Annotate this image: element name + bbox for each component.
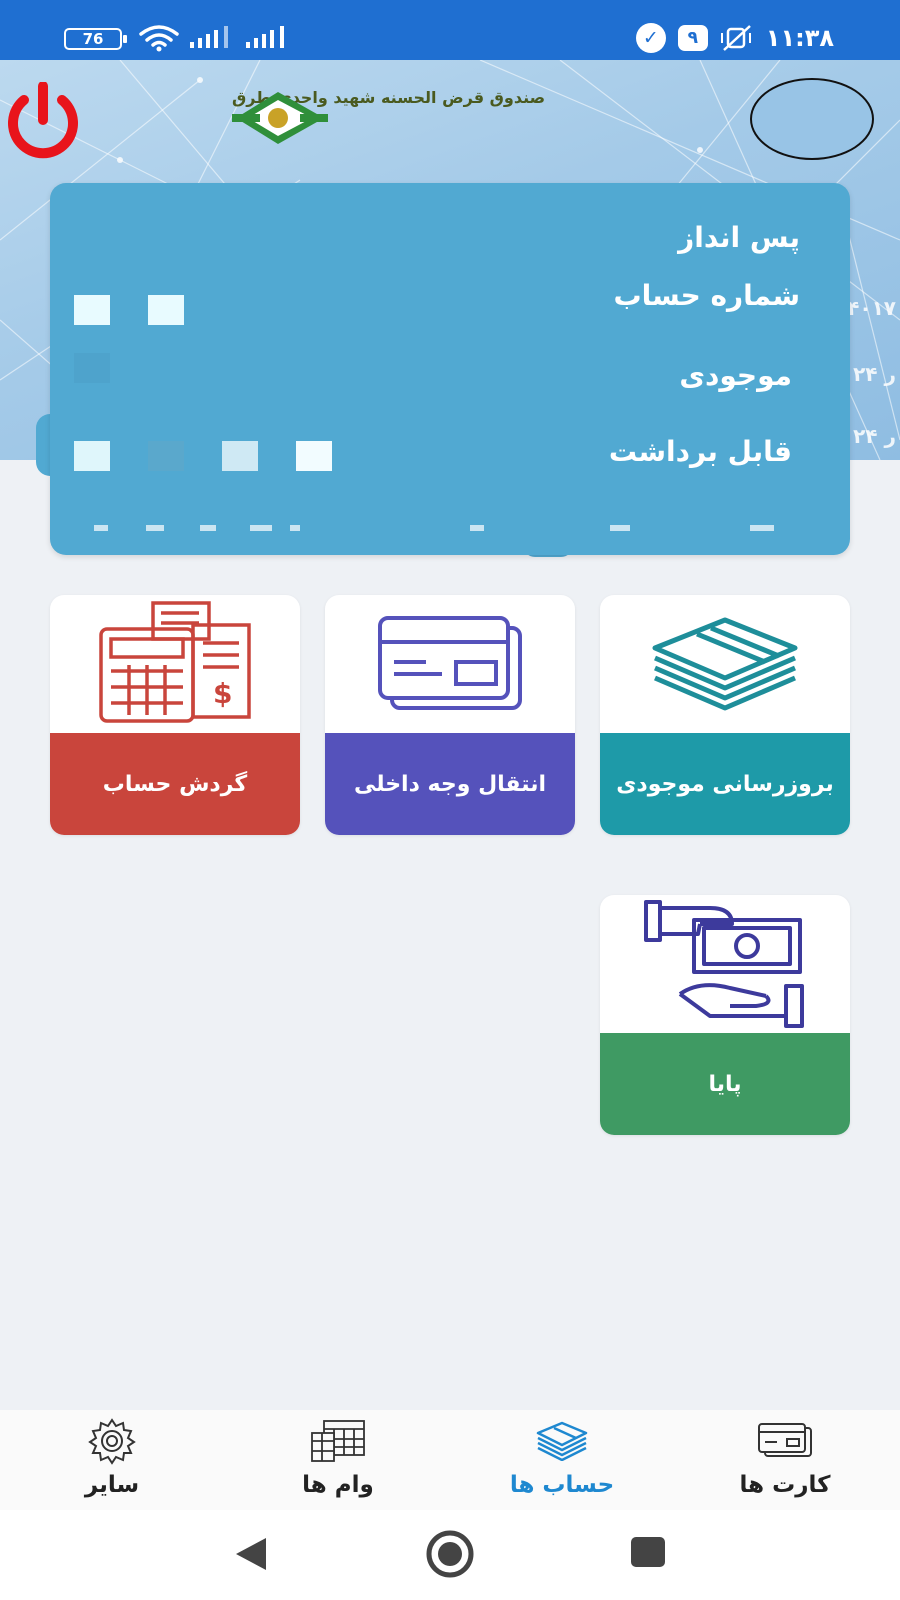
money-stack-icon — [532, 1416, 592, 1466]
balance-masked — [74, 353, 110, 383]
paya-tile[interactable]: پایا — [600, 895, 850, 1135]
cards-icon — [325, 595, 575, 733]
brand-logo-icon — [232, 92, 328, 144]
cards-icon — [755, 1416, 815, 1466]
clock: ۱۱:۳۸ — [765, 24, 834, 52]
home-icon[interactable] — [424, 1528, 476, 1580]
refresh-balance-tile[interactable]: بروزرسانی موجودی — [600, 595, 850, 835]
battery-icon: 76 — [64, 28, 127, 50]
brand-header: صندوق قرض الحسنه شهید واحدی طرق — [232, 88, 545, 144]
nav-label-loans: وام ها — [302, 1472, 374, 1498]
internal-transfer-tile[interactable]: انتقال وجه داخلی — [325, 595, 575, 835]
hand-money-icon — [600, 895, 850, 1033]
account-card[interactable]: پس انداز شماره حساب موجودی قابل برداشت — [50, 183, 850, 555]
nav-item-accounts[interactable]: حساب ها — [482, 1410, 642, 1510]
svg-text:$: $ — [213, 677, 232, 710]
balance-label: موجودی — [679, 359, 792, 392]
refresh-balance-label: بروزرسانی موجودی — [600, 733, 850, 835]
withdrawable-masked — [296, 441, 332, 471]
nav-label-cards: کارت ها — [739, 1472, 831, 1498]
notification-badge: ۹ — [677, 25, 708, 51]
check-circle-icon: ✓ — [635, 23, 666, 53]
bottom-navigation: کارت ها حساب ها وام ها سایر — [0, 1410, 900, 1510]
withdrawable-masked — [74, 441, 110, 471]
background-amount: ۲۴ ر — [853, 424, 896, 448]
calendar-icon — [308, 1416, 368, 1466]
calculator-invoice-icon: $ — [50, 595, 300, 733]
mute-icon — [720, 25, 751, 51]
account-type: پس انداز — [678, 221, 800, 254]
nav-label-accounts: حساب ها — [509, 1472, 615, 1498]
paya-label: پایا — [600, 1033, 850, 1135]
account-number-masked — [74, 295, 110, 325]
recents-icon[interactable] — [630, 1536, 666, 1568]
status-bar: 76 ✓ ۹ ۱۱:۳۸ — [0, 0, 900, 60]
iban-row-cutoff — [94, 525, 774, 531]
nav-item-other[interactable]: سایر — [32, 1410, 192, 1510]
account-number-masked — [148, 295, 184, 325]
nav-item-cards[interactable]: کارت ها — [705, 1410, 865, 1510]
system-navigation-bar — [0, 1510, 900, 1600]
internal-transfer-label: انتقال وجه داخلی — [325, 733, 575, 835]
money-stack-icon — [600, 595, 850, 733]
nav-label-other: سایر — [84, 1472, 140, 1498]
withdrawable-masked — [222, 441, 258, 471]
signal-icon — [246, 26, 284, 48]
avatar[interactable] — [750, 78, 874, 160]
background-amount: ۲۴ ر — [853, 362, 896, 386]
account-number-label: شماره حساب — [613, 279, 800, 312]
gear-icon — [82, 1416, 142, 1466]
nav-item-loans[interactable]: وام ها — [258, 1410, 418, 1510]
wifi-icon — [139, 25, 179, 52]
background-number: ۴۰۱۷ — [847, 296, 896, 320]
account-statement-tile[interactable]: $ گردش حساب — [50, 595, 300, 835]
signal-icon — [190, 26, 228, 48]
power-icon[interactable] — [0, 82, 86, 162]
withdrawable-label: قابل برداشت — [608, 435, 792, 468]
account-statement-label: گردش حساب — [50, 733, 300, 835]
withdrawable-masked — [148, 441, 184, 471]
back-icon[interactable] — [232, 1534, 272, 1574]
